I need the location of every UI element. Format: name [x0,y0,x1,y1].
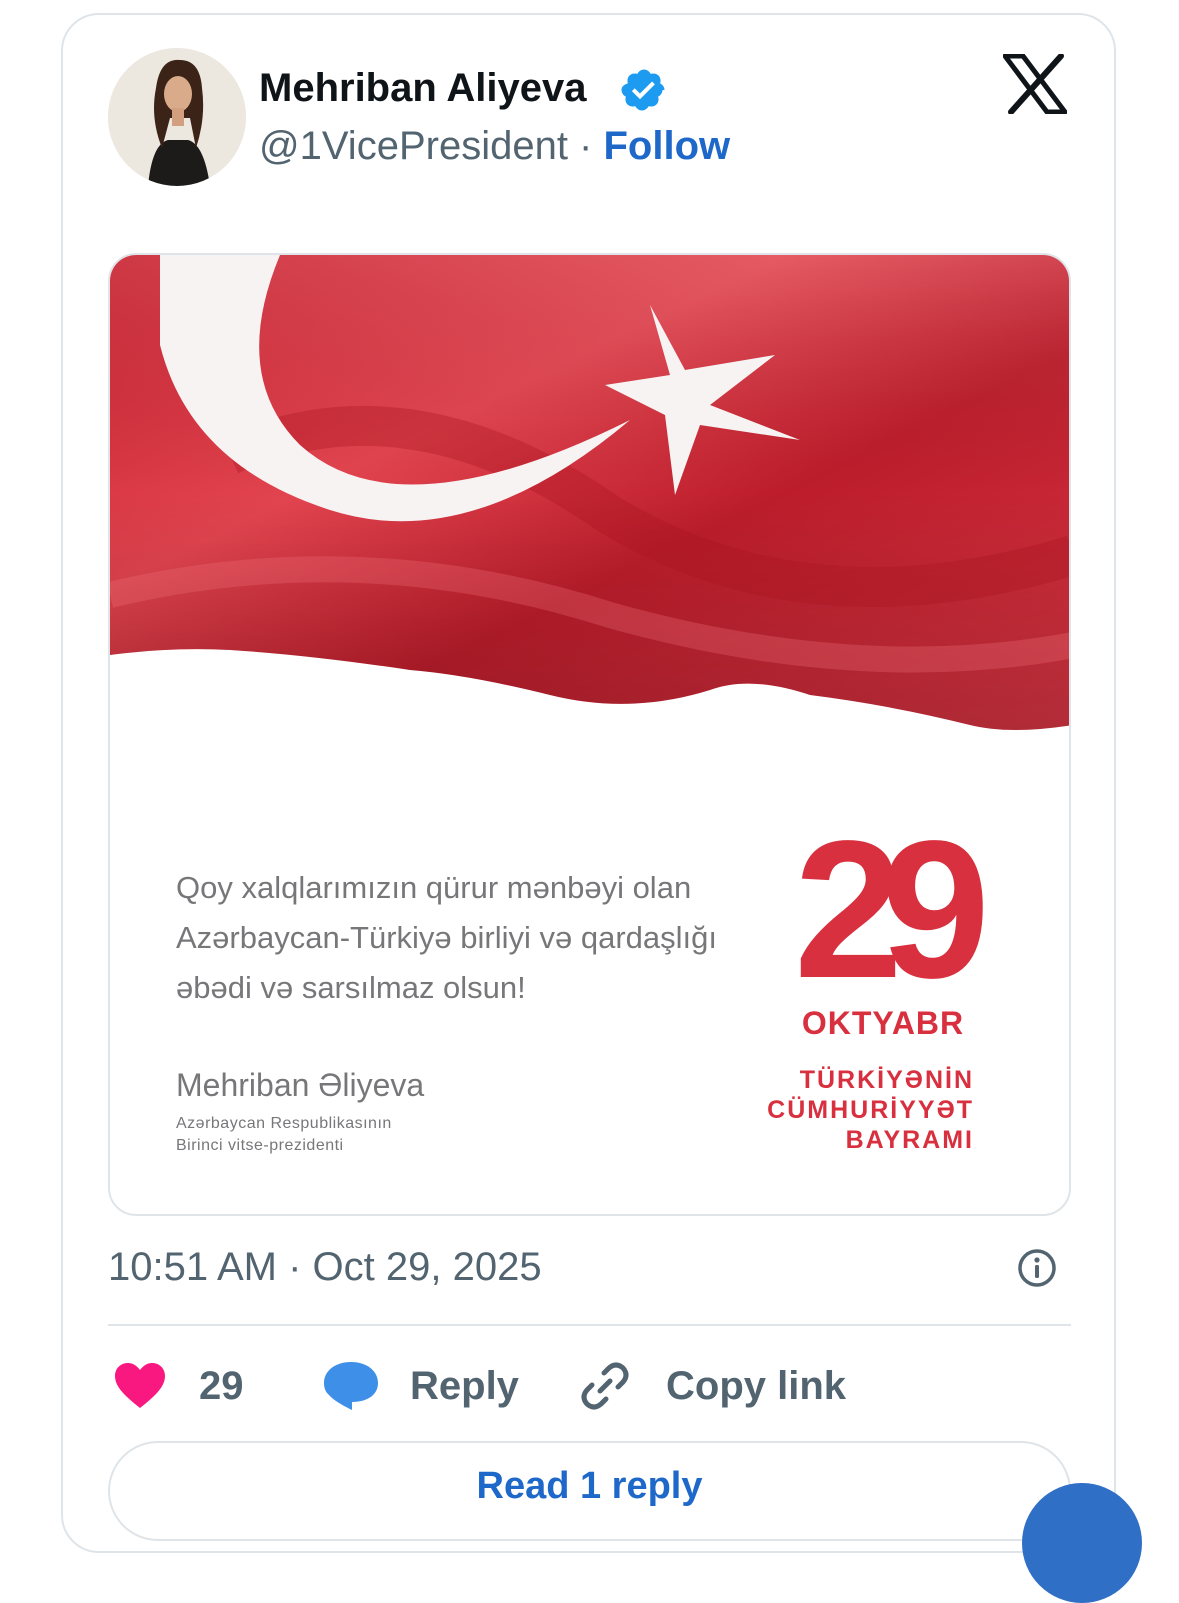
signature-title: Azərbaycan Respublikasının Birinci vitse… [176,1113,392,1157]
quote-line: əbədi və sarsılmaz olsun! [176,970,526,1005]
like-button[interactable]: 29 [113,1356,244,1416]
quote-line: Azərbaycan-Türkiyə birliyi və qardaşlığı [176,920,717,955]
reply-label: Reply [410,1363,519,1408]
holiday-line: CÜMHURİYYƏT [767,1096,974,1124]
signature-title-line: Birinci vitse-prezidenti [176,1137,344,1154]
quote-text: Qoy xalqlarımızın qürur mənbəyi olan Azə… [176,863,717,1013]
speech-bubble-icon [324,1362,378,1410]
holiday-line: TÜRKİYƏNİN [799,1066,974,1094]
tweet-image[interactable]: Qoy xalqlarımızın qürur mənbəyi olan Azə… [108,253,1071,1216]
holiday-title: TÜRKİYƏNİN CÜMHURİYYƏT BAYRAMI [738,1065,974,1155]
heart-icon [115,1363,165,1408]
author-name[interactable]: Mehriban Aliyeva [259,64,587,112]
signature-name: Mehriban Əliyeva [176,1067,425,1103]
follow-button[interactable]: Follow [603,124,730,168]
date-month: OKTYABR [801,1005,965,1041]
copy-link-button[interactable]: Copy link [578,1356,846,1416]
info-icon[interactable] [1017,1248,1057,1288]
reply-button[interactable]: Reply [322,1356,519,1416]
like-count: 29 [199,1363,244,1408]
author-handle[interactable]: @1VicePresident [259,124,568,168]
read-replies-button[interactable]: Read 1 reply [108,1441,1071,1541]
link-icon [581,1362,629,1410]
separator: · [567,124,604,168]
handle-line: @1VicePresident · Follow [259,122,730,170]
x-logo-icon[interactable] [1003,54,1067,114]
avatar[interactable] [108,48,246,186]
copy-link-label: Copy link [666,1363,847,1408]
tweet-timestamp[interactable]: 10:51 AM · Oct 29, 2025 [108,1243,542,1291]
quote-line: Qoy xalqlarımızın qürur mənbəyi olan [176,870,692,905]
divider [108,1324,1071,1326]
date-number: 29 [794,800,990,1019]
verified-badge-icon [621,69,665,111]
holiday-line: BAYRAMI [845,1126,974,1154]
floating-action-button[interactable] [1022,1483,1142,1603]
avatar-image [108,48,246,186]
signature-title-line: Azərbaycan Respublikasının [176,1115,392,1132]
